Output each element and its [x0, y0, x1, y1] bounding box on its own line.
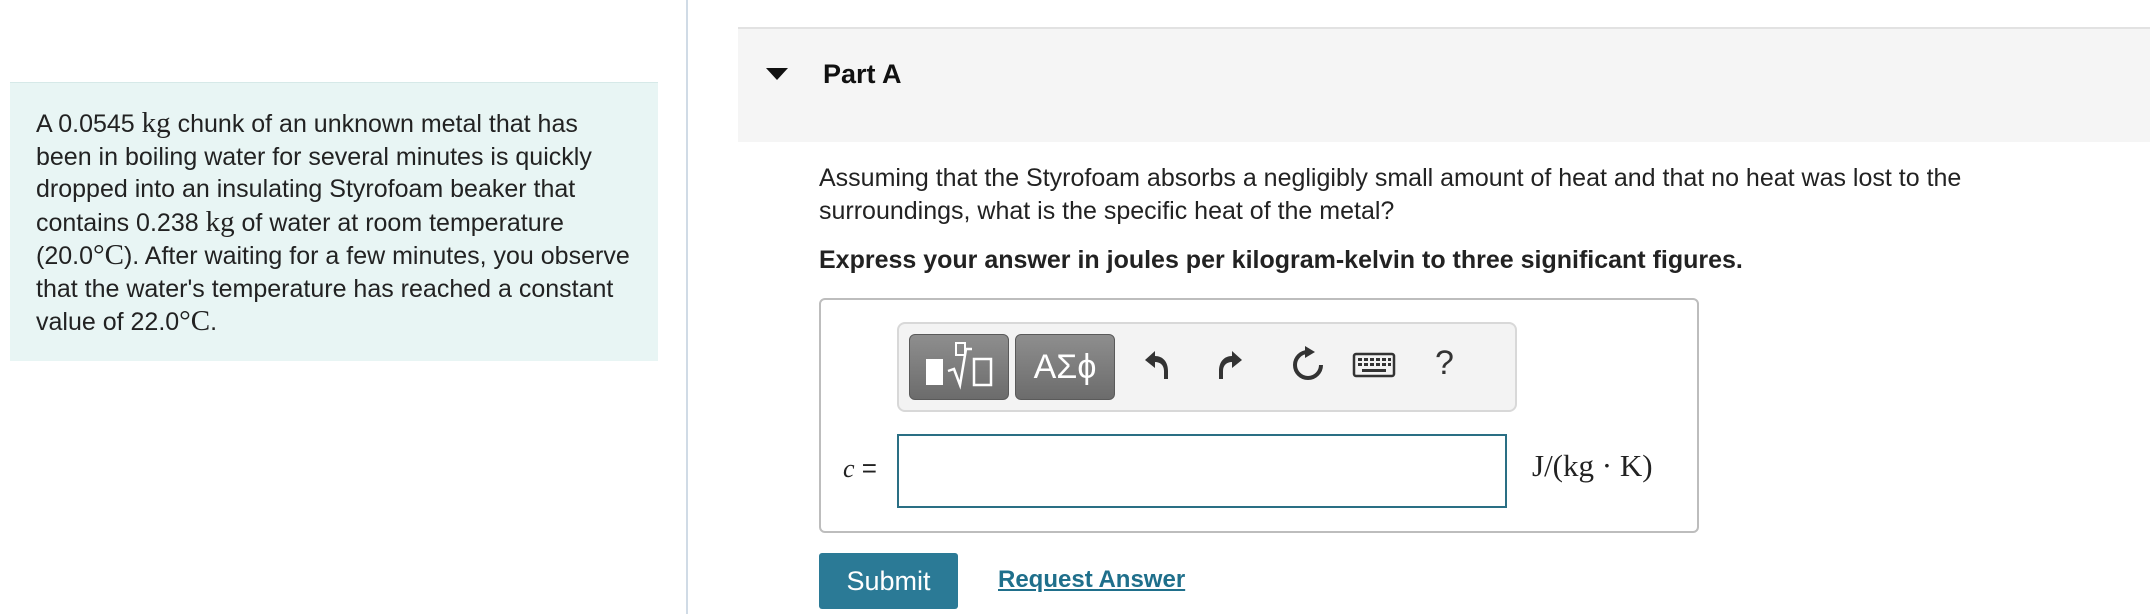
submit-button[interactable]: Submit: [819, 553, 958, 609]
unit-celsius: °C: [179, 305, 211, 337]
variable-symbol: c: [843, 454, 855, 483]
unit-kg: kg: [141, 107, 171, 139]
request-answer-link[interactable]: Request Answer: [998, 566, 1185, 594]
keyboard-icon[interactable]: [1351, 344, 1397, 384]
unit-celsius: °C: [92, 239, 124, 271]
part-title: Part A: [823, 59, 902, 89]
problem-text-1: A 0.0545: [36, 110, 142, 138]
help-button[interactable]: ?: [1435, 344, 1454, 383]
templates-button[interactable]: [909, 334, 1009, 400]
undo-icon[interactable]: [1135, 344, 1175, 384]
unit-kg: kg: [205, 205, 235, 238]
caret-down-icon[interactable]: [766, 68, 788, 80]
templates-icon: [926, 342, 993, 390]
variable-label: c =: [843, 453, 877, 484]
problem-text-4: ). After waiting for a few minutes, you …: [36, 242, 630, 336]
answer-instruction: Express your answer in joules per kilogr…: [819, 246, 1743, 274]
redo-icon[interactable]: [1212, 344, 1252, 384]
part-header[interactable]: Part A: [738, 29, 2150, 142]
answer-units: J/(kg · K): [1532, 448, 1653, 483]
answer-box: ΑΣϕ ? c = J/(kg · K): [819, 298, 1699, 533]
answer-input[interactable]: [897, 434, 1507, 508]
greek-symbols-button[interactable]: ΑΣϕ: [1015, 334, 1115, 400]
problem-text-5: .: [210, 308, 218, 336]
math-toolbar: ΑΣϕ ?: [897, 322, 1517, 412]
question-text: Assuming that the Styrofoam absorbs a ne…: [819, 164, 1962, 225]
reset-icon[interactable]: [1288, 344, 1328, 384]
equals-sign: =: [854, 453, 877, 483]
problem-statement: A 0.0545 kg chunk of an unknown metal th…: [10, 82, 658, 361]
column-divider: [686, 0, 688, 614]
